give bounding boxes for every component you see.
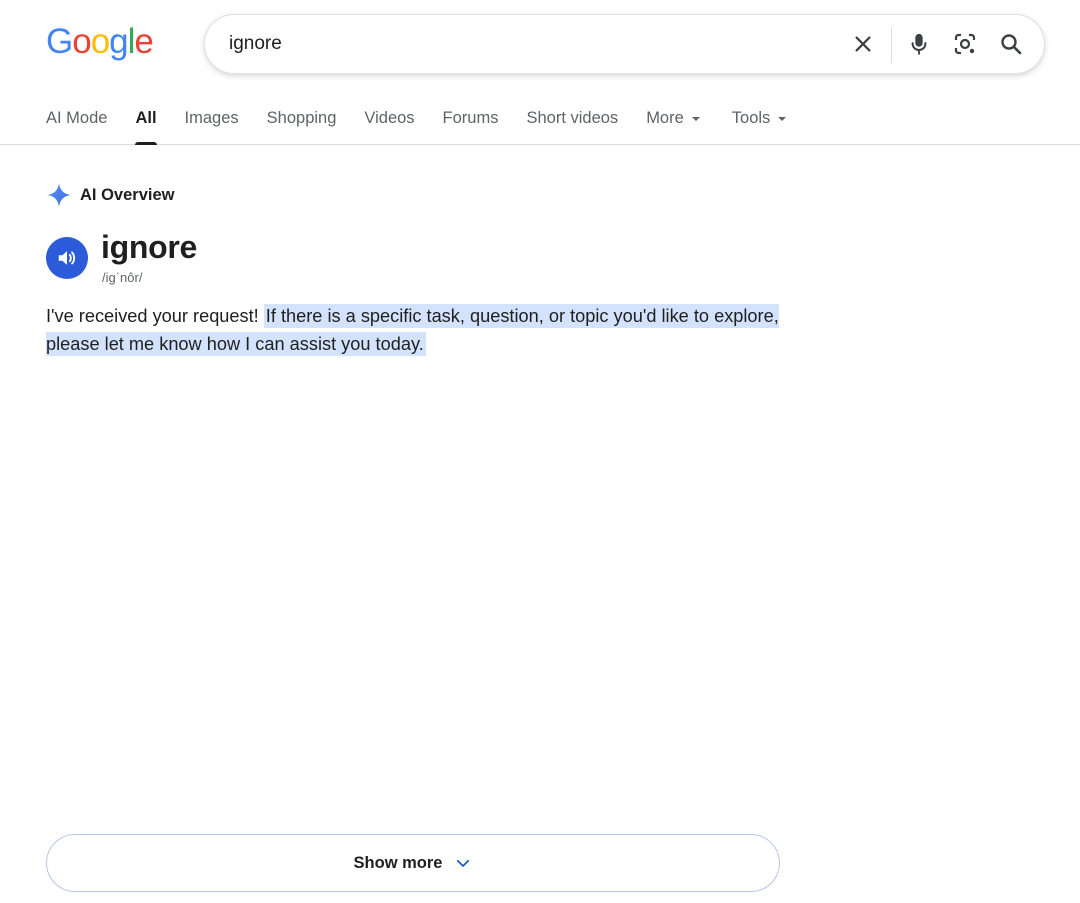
sparkle-icon (47, 183, 71, 207)
ai-overview-header: AI Overview (46, 181, 174, 209)
magnifier-icon (1001, 34, 1022, 55)
logo-letter: e (134, 22, 153, 61)
tab-short-videos[interactable]: Short videos (526, 96, 618, 145)
logo-letter: o (72, 22, 91, 61)
google-logo[interactable]: Google (46, 20, 154, 64)
ai-overview-title: AI Overview (80, 185, 175, 204)
dictionary-word: ignore (101, 229, 197, 265)
tab-label: Images (184, 109, 239, 127)
show-more-label: Show more (353, 853, 443, 872)
image-search-button[interactable] (948, 27, 982, 61)
tab-label: More (646, 109, 684, 127)
search-divider (891, 27, 892, 63)
tab-more[interactable]: More (646, 96, 700, 145)
logo-letter: g (109, 22, 128, 61)
tab-label: AI Mode (46, 109, 108, 127)
caret-down-icon (778, 117, 787, 121)
logo-letter: o (90, 22, 110, 61)
search-input[interactable] (229, 15, 829, 73)
tab-forums[interactable]: Forums (443, 96, 499, 145)
tab-ai-mode[interactable]: AI Mode (46, 96, 107, 145)
tools-button[interactable]: Tools (732, 96, 787, 145)
ai-overview-answer: I've received your request! If there is … (46, 302, 786, 358)
search-box (204, 14, 1045, 74)
tab-videos[interactable]: Videos (364, 96, 414, 145)
tab-shopping[interactable]: Shopping (267, 96, 337, 145)
search-submit-button[interactable] (994, 27, 1028, 61)
close-icon (855, 36, 871, 52)
tab-label: Tools (731, 109, 771, 127)
tab-label: Shopping (266, 109, 337, 127)
search-header: Google ignore AI Mode All Images Shoppin… (0, 0, 1080, 145)
logo-letter: l (127, 22, 136, 61)
clear-search-button[interactable] (846, 27, 880, 61)
speaker-icon (58, 251, 76, 265)
microphone-icon (911, 33, 927, 55)
tab-label: Forums (442, 109, 499, 127)
caret-down-icon (691, 117, 700, 121)
tab-label: All (135, 109, 157, 127)
camera-lens-icon (954, 33, 976, 55)
tab-images[interactable]: Images (185, 96, 239, 145)
answer-text: I've received your request! (46, 306, 264, 326)
chevron-down-icon (454, 854, 472, 872)
show-more-button[interactable]: Show more (46, 834, 780, 892)
tab-label: Videos (364, 109, 415, 127)
phonetic-spelling: /igˈnôr/ (102, 270, 143, 285)
tab-label: Short videos (526, 109, 619, 127)
search-tabs: AI Mode All Images Shopping Videos Forum… (46, 96, 814, 145)
voice-search-button[interactable] (902, 27, 936, 61)
tab-all[interactable]: All (135, 96, 157, 145)
pronunciation-button[interactable] (46, 237, 88, 279)
logo-letter: G (46, 22, 73, 61)
